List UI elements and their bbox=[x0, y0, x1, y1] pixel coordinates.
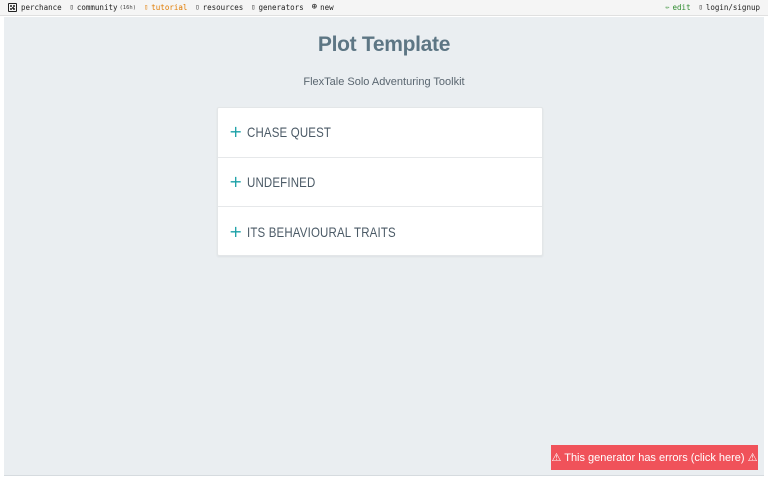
generator-errors-button[interactable]: ⚠ This generator has errors (click here)… bbox=[551, 445, 758, 470]
accordion-item-chase-quest[interactable]: + CHASE QUEST bbox=[218, 108, 542, 158]
nav-resources-label: resources bbox=[202, 3, 244, 12]
nav-tutorial[interactable]: ▯ tutorial bbox=[144, 3, 187, 12]
plus-icon: + bbox=[229, 221, 243, 241]
nav-edit[interactable]: ✏ edit bbox=[665, 3, 690, 12]
accordion-item-undefined[interactable]: + UNDEFINED bbox=[218, 158, 542, 208]
plus-icon: + bbox=[229, 171, 243, 191]
page-title: Plot Template bbox=[317, 33, 451, 56]
nav-login-label: login/signup bbox=[705, 3, 760, 12]
pencil-icon: ✏ bbox=[665, 3, 670, 11]
nav-perchance-label: perchance bbox=[21, 3, 62, 12]
user-icon: ▯ bbox=[698, 3, 703, 11]
book-icon: ▯ bbox=[144, 3, 149, 11]
nav-community-count: (16h) bbox=[119, 4, 137, 11]
nav-resources[interactable]: ▯ resources bbox=[195, 3, 243, 12]
nav-new-label: new bbox=[320, 3, 334, 12]
page-subtitle: FlexTale Solo Adventuring Toolkit bbox=[303, 76, 465, 88]
top-nav-bar: perchance ▯ community (16h) ▯ tutorial ▯… bbox=[0, 0, 768, 16]
plus-icon: + bbox=[229, 122, 243, 142]
plus-circle-icon: ⊕ bbox=[311, 2, 318, 12]
top-nav-left: perchance ▯ community (16h) ▯ tutorial ▯… bbox=[8, 3, 342, 12]
accordion-item-label: ITS BEHAVIOURAL TRAITS bbox=[247, 223, 396, 240]
nav-generators-label: generators bbox=[258, 3, 304, 12]
die-icon bbox=[8, 3, 17, 12]
grid-icon: ▯ bbox=[251, 3, 256, 11]
nav-login[interactable]: ▯ login/signup bbox=[699, 3, 760, 12]
accordion-item-label: CHASE QUEST bbox=[247, 124, 332, 141]
accordion-item-behavioural-traits[interactable]: + ITS BEHAVIOURAL TRAITS bbox=[218, 207, 542, 257]
nav-edit-label: edit bbox=[672, 3, 691, 12]
accordion-item-label: UNDEFINED bbox=[247, 173, 316, 190]
nav-community-label: community bbox=[76, 3, 118, 12]
folder-icon: ▯ bbox=[195, 3, 200, 11]
nav-community[interactable]: ▯ community (16h) bbox=[70, 3, 136, 12]
nav-perchance[interactable]: perchance bbox=[8, 3, 62, 12]
top-nav-right: ✏ edit ▯ login/signup bbox=[657, 3, 760, 12]
accordion: + CHASE QUEST + UNDEFINED + ITS BEHAVIOU… bbox=[217, 107, 543, 256]
nav-new[interactable]: ⊕ new bbox=[311, 2, 334, 13]
nav-generators[interactable]: ▯ generators bbox=[251, 3, 303, 12]
nav-tutorial-label: tutorial bbox=[151, 3, 188, 12]
chat-icon: ▯ bbox=[69, 3, 74, 11]
